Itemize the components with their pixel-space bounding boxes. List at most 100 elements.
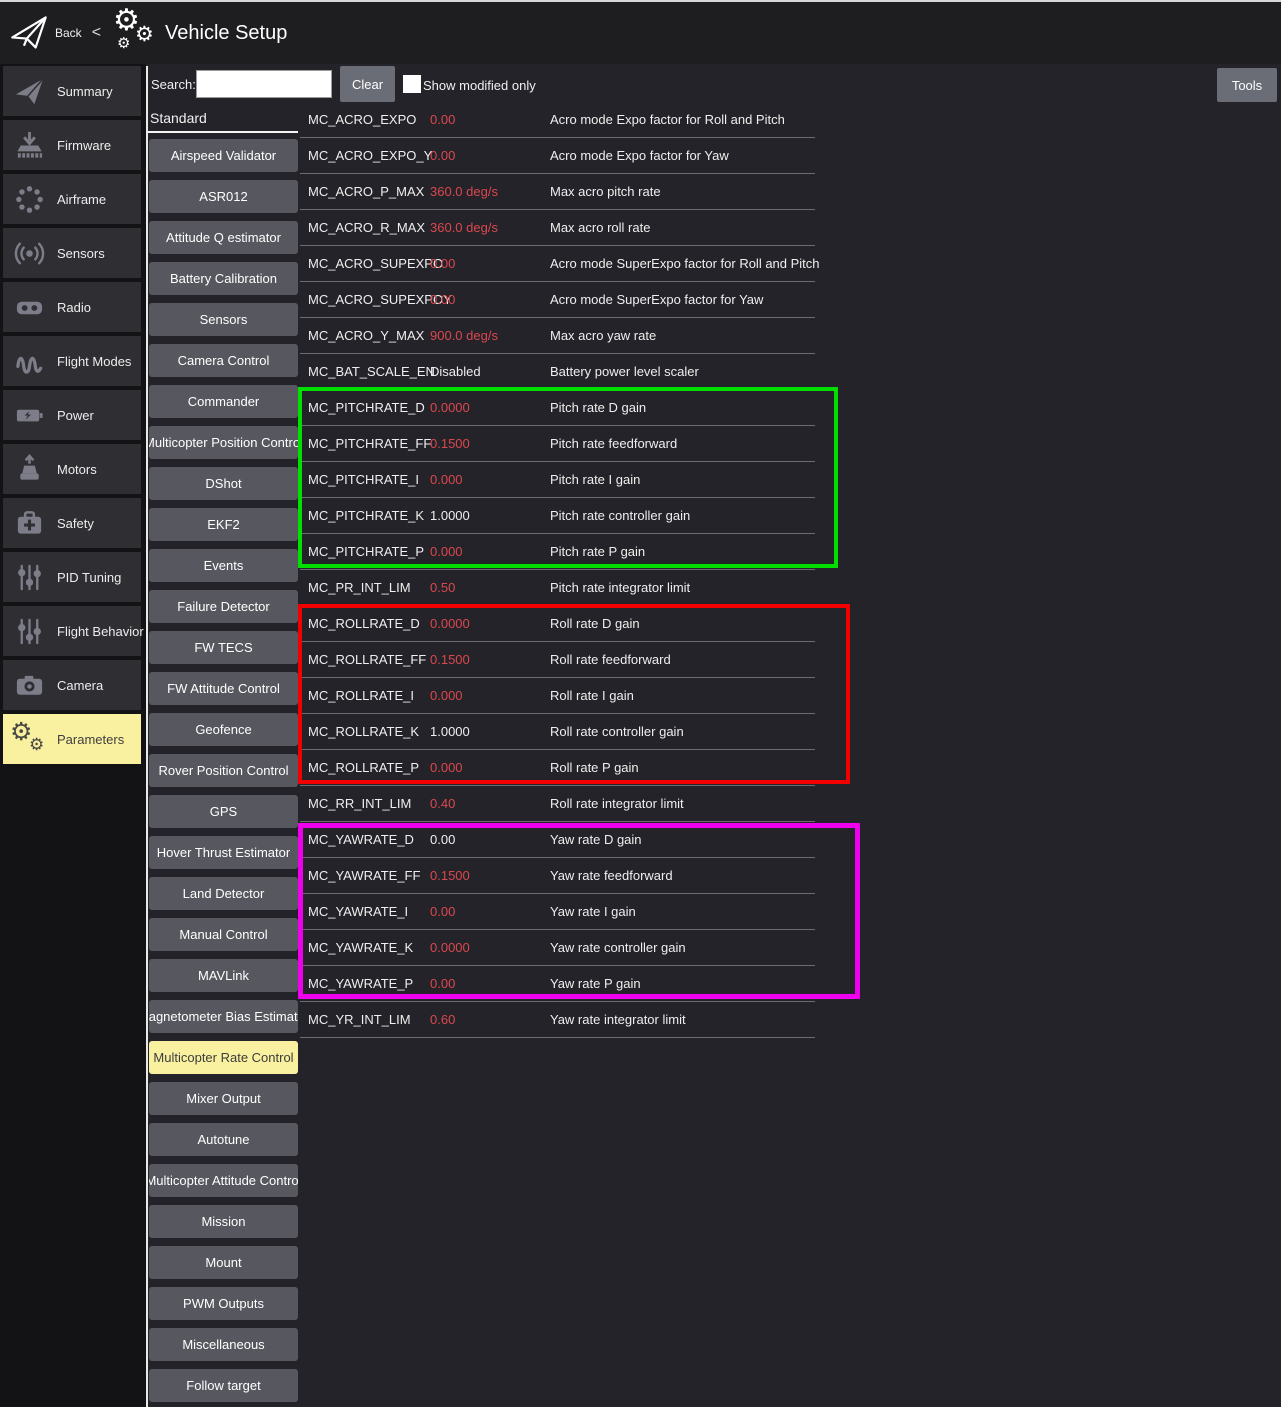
param-row-MC_PITCHRATE_FF[interactable]: MC_PITCHRATE_FF 0.1500 Pitch rate feedfo… — [300, 426, 815, 462]
parameter-name: MC_PR_INT_LIM — [308, 580, 430, 595]
back-button[interactable]: Back — [55, 26, 82, 40]
category-multicopter-position-control[interactable]: Multicopter Position Control — [149, 426, 298, 459]
param-row-MC_PITCHRATE_K[interactable]: MC_PITCHRATE_K 1.0000 Pitch rate control… — [300, 498, 815, 534]
parameter-description: Roll rate integrator limit — [550, 796, 815, 811]
param-row-MC_ROLLRATE_I[interactable]: MC_ROLLRATE_I 0.000 Roll rate I gain — [300, 678, 815, 714]
param-row-MC_ACRO_EXPO[interactable]: MC_ACRO_EXPO 0.00 Acro mode Expo factor … — [300, 102, 815, 138]
category-hover-thrust-estimator[interactable]: Hover Thrust Estimator — [149, 836, 298, 869]
sidebar-item-label: Flight Behavior — [57, 624, 144, 639]
parameter-name: MC_PITCHRATE_P — [308, 544, 430, 559]
param-row-MC_ROLLRATE_FF[interactable]: MC_ROLLRATE_FF 0.1500 Roll rate feedforw… — [300, 642, 815, 678]
param-row-MC_ACRO_EXPO_Y[interactable]: MC_ACRO_EXPO_Y 0.00 Acro mode Expo facto… — [300, 138, 815, 174]
param-row-MC_PR_INT_LIM[interactable]: MC_PR_INT_LIM 0.50 Pitch rate integrator… — [300, 570, 815, 606]
category-follow-target[interactable]: Follow target — [149, 1369, 298, 1402]
param-row-MC_ACRO_P_MAX[interactable]: MC_ACRO_P_MAX 360.0 deg/s Max acro pitch… — [300, 174, 815, 210]
category-asr012[interactable]: ASR012 — [149, 180, 298, 213]
param-row-MC_YAWRATE_K[interactable]: MC_YAWRATE_K 0.0000 Yaw rate controller … — [300, 930, 815, 966]
vehicle-setup-gears-icon: ⚙⚙⚙ — [111, 10, 157, 56]
category-ekf2[interactable]: EKF2 — [149, 508, 298, 541]
param-row-MC_YAWRATE_I[interactable]: MC_YAWRATE_I 0.00 Yaw rate I gain — [300, 894, 815, 930]
category-land-detector[interactable]: Land Detector — [149, 877, 298, 910]
param-row-MC_ROLLRATE_D[interactable]: MC_ROLLRATE_D 0.0000 Roll rate D gain — [300, 606, 815, 642]
category-multicopter-attitude-control[interactable]: Multicopter Attitude Control — [149, 1164, 298, 1197]
category-mount[interactable]: Mount — [149, 1246, 298, 1279]
sidebar-item-flight-modes[interactable]: Flight Modes — [3, 336, 141, 386]
param-row-MC_YR_INT_LIM[interactable]: MC_YR_INT_LIM 0.60 Yaw rate integrator l… — [300, 1002, 815, 1038]
category-rover-position-control[interactable]: Rover Position Control — [149, 754, 298, 787]
param-row-MC_ROLLRATE_K[interactable]: MC_ROLLRATE_K 1.0000 Roll rate controlle… — [300, 714, 815, 750]
param-row-MC_ACRO_SUPEXPOY[interactable]: MC_ACRO_SUPEXPOY 0.00 Acro mode SuperExp… — [300, 282, 815, 318]
category-dshot[interactable]: DShot — [149, 467, 298, 500]
category-geofence[interactable]: Geofence — [149, 713, 298, 746]
parameter-description: Acro mode Expo factor for Yaw — [550, 148, 815, 163]
parameter-value: 900.0 deg/s — [430, 328, 550, 343]
param-row-MC_ROLLRATE_P[interactable]: MC_ROLLRATE_P 0.000 Roll rate P gain — [300, 750, 815, 786]
param-row-MC_BAT_SCALE_EN[interactable]: MC_BAT_SCALE_EN Disabled Battery power l… — [300, 354, 815, 390]
sliders-icon — [7, 556, 51, 598]
param-row-MC_ACRO_SUPEXPO[interactable]: MC_ACRO_SUPEXPO 0.00 Acro mode SuperExpo… — [300, 246, 815, 282]
show-modified-label[interactable]: Show modified only — [423, 78, 536, 93]
category-commander[interactable]: Commander — [149, 385, 298, 418]
sidebar-item-camera[interactable]: Camera — [3, 660, 141, 710]
show-modified-checkbox[interactable] — [403, 75, 421, 93]
category-failure-detector[interactable]: Failure Detector — [149, 590, 298, 623]
category-gps[interactable]: GPS — [149, 795, 298, 828]
search-input[interactable] — [196, 70, 332, 98]
param-row-MC_YAWRATE_D[interactable]: MC_YAWRATE_D 0.00 Yaw rate D gain — [300, 822, 815, 858]
parameter-name: MC_RR_INT_LIM — [308, 796, 430, 811]
sidebar-item-label: Flight Modes — [57, 354, 131, 369]
category-airspeed-validator[interactable]: Airspeed Validator — [149, 139, 298, 172]
sidebar-item-flight-behavior[interactable]: Flight Behavior — [3, 606, 141, 656]
category-mavlink[interactable]: MAVLink — [149, 959, 298, 992]
sidebar-item-sensors[interactable]: Sensors — [3, 228, 141, 278]
param-row-MC_PITCHRATE_D[interactable]: MC_PITCHRATE_D 0.0000 Pitch rate D gain — [300, 390, 815, 426]
sidebar-item-radio[interactable]: Radio — [3, 282, 141, 332]
sidebar-item-pid-tuning[interactable]: PID Tuning — [3, 552, 141, 602]
parameter-description: Yaw rate P gain — [550, 976, 815, 991]
category-sensors[interactable]: Sensors — [149, 303, 298, 336]
sidebar-item-firmware[interactable]: Firmware — [3, 120, 141, 170]
search-label: Search: — [151, 77, 196, 92]
sidebar-item-label: Safety — [57, 516, 94, 531]
parameter-name: MC_ROLLRATE_D — [308, 616, 430, 631]
category-item-label: Camera Control — [178, 353, 270, 368]
param-row-MC_ACRO_R_MAX[interactable]: MC_ACRO_R_MAX 360.0 deg/s Max acro roll … — [300, 210, 815, 246]
param-row-MC_RR_INT_LIM[interactable]: MC_RR_INT_LIM 0.40 Roll rate integrator … — [300, 786, 815, 822]
category-autotune[interactable]: Autotune — [149, 1123, 298, 1156]
param-row-MC_ACRO_Y_MAX[interactable]: MC_ACRO_Y_MAX 900.0 deg/s Max acro yaw r… — [300, 318, 815, 354]
tools-button[interactable]: Tools — [1217, 68, 1277, 102]
category-multicopter-rate-control[interactable]: Multicopter Rate Control — [149, 1041, 298, 1074]
category-magnetometer-bias-estimator[interactable]: Magnetometer Bias Estimator — [149, 1000, 298, 1033]
category-fw-attitude-control[interactable]: FW Attitude Control — [149, 672, 298, 705]
category-mixer-output[interactable]: Mixer Output — [149, 1082, 298, 1115]
parameter-name: MC_PITCHRATE_I — [308, 472, 430, 487]
category-manual-control[interactable]: Manual Control — [149, 918, 298, 951]
param-row-MC_YAWRATE_P[interactable]: MC_YAWRATE_P 0.00 Yaw rate P gain — [300, 966, 815, 1002]
parameter-value: 0.40 — [430, 796, 550, 811]
parameter-value: 0.00 — [430, 292, 550, 307]
sidebar-item-power[interactable]: Power — [3, 390, 141, 440]
sidebar-item-parameters[interactable]: ⚙⚙ Parameters — [3, 714, 141, 764]
parameter-name: MC_ACRO_SUPEXPOY — [308, 292, 430, 307]
parameter-description: Pitch rate feedforward — [550, 436, 815, 451]
category-battery-calibration[interactable]: Battery Calibration — [149, 262, 298, 295]
category-miscellaneous[interactable]: Miscellaneous — [149, 1328, 298, 1361]
clear-button[interactable]: Clear — [340, 66, 395, 102]
category-fw-tecs[interactable]: FW TECS — [149, 631, 298, 664]
param-row-MC_YAWRATE_FF[interactable]: MC_YAWRATE_FF 0.1500 Yaw rate feedforwar… — [300, 858, 815, 894]
category-mission[interactable]: Mission — [149, 1205, 298, 1238]
category-pwm-outputs[interactable]: PWM Outputs — [149, 1287, 298, 1320]
param-row-MC_PITCHRATE_I[interactable]: MC_PITCHRATE_I 0.000 Pitch rate I gain — [300, 462, 815, 498]
sidebar-item-motors[interactable]: Motors — [3, 444, 141, 494]
sidebar-item-summary[interactable]: Summary — [3, 66, 141, 116]
category-item-label: Multicopter Attitude Control — [149, 1173, 298, 1188]
param-row-MC_PITCHRATE_P[interactable]: MC_PITCHRATE_P 0.000 Pitch rate P gain — [300, 534, 815, 570]
parameter-value: 0.50 — [430, 580, 550, 595]
category-events[interactable]: Events — [149, 549, 298, 582]
category-item-label: Follow target — [186, 1378, 260, 1393]
sidebar-item-airframe[interactable]: Airframe — [3, 174, 141, 224]
parameter-name: MC_ACRO_SUPEXPO — [308, 256, 430, 271]
category-attitude-q-estimator[interactable]: Attitude Q estimator — [149, 221, 298, 254]
sidebar-item-safety[interactable]: Safety — [3, 498, 141, 548]
category-camera-control[interactable]: Camera Control — [149, 344, 298, 377]
